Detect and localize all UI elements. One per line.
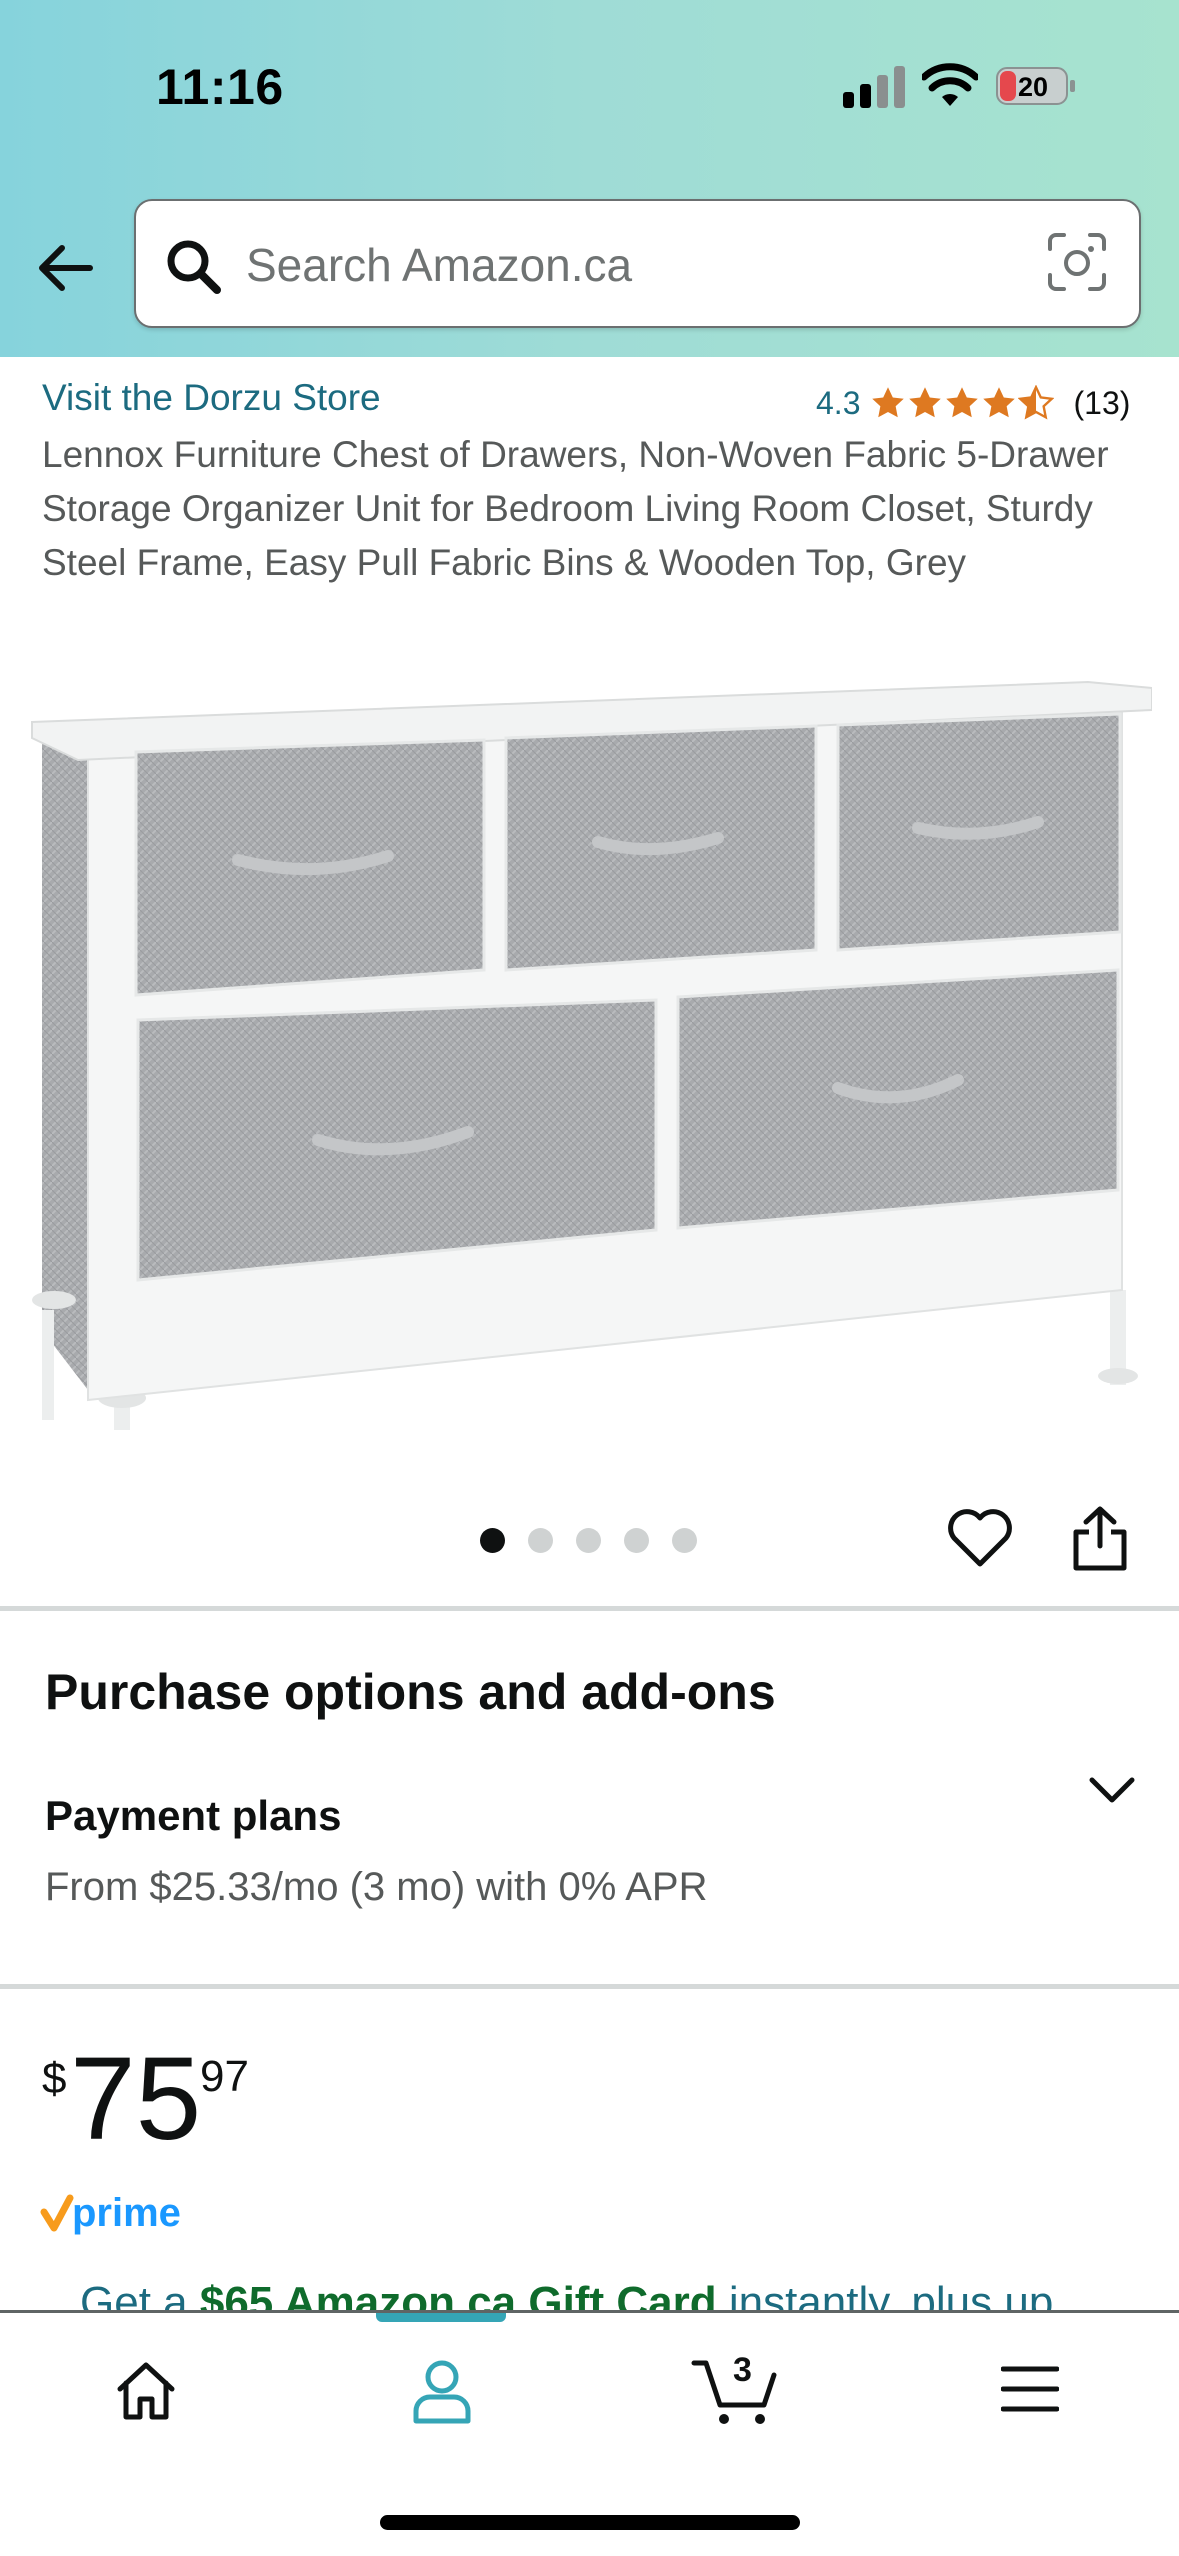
price-fraction: 97	[200, 2052, 249, 2101]
payment-plans-text: From $25.33/mo (3 mo) with 0% APR	[45, 1865, 708, 1909]
menu-icon[interactable]	[1001, 2363, 1059, 2415]
search-icon	[167, 240, 221, 294]
product-image[interactable]	[28, 670, 1152, 1430]
star-icon	[983, 387, 1016, 418]
chevron-down-icon[interactable]	[1086, 1772, 1138, 1808]
search-bar[interactable]	[134, 199, 1141, 328]
home-indicator[interactable]	[380, 2515, 800, 2530]
search-input[interactable]	[246, 223, 1006, 307]
prime-label: prime	[72, 2191, 181, 2235]
heart-icon[interactable]	[946, 1506, 1014, 1570]
signal-strength-icon	[843, 66, 905, 108]
star-rating	[870, 385, 1055, 421]
image-carousel-dots[interactable]	[480, 1528, 720, 1554]
back-arrow-icon[interactable]	[34, 236, 98, 300]
carousel-dot[interactable]	[528, 1528, 553, 1553]
price-symbol: $	[42, 2054, 67, 2103]
rating-value: 4.3	[816, 384, 861, 421]
star-half-icon	[1018, 385, 1055, 420]
battery-icon: 20	[996, 67, 1075, 105]
status-time: 11:16	[156, 59, 284, 115]
share-icon[interactable]	[1071, 1506, 1129, 1572]
store-link[interactable]: Visit the Dorzu Store	[42, 377, 381, 419]
section-divider	[0, 1984, 1179, 1989]
star-icon	[946, 387, 979, 418]
carousel-dot[interactable]	[576, 1528, 601, 1553]
price-whole: 75	[70, 2033, 202, 2165]
rating-summary[interactable]: 4.3 (13)	[816, 380, 1130, 426]
section-divider	[0, 1606, 1179, 1611]
battery-level: 20	[1018, 72, 1048, 102]
cart-count: 3	[733, 2351, 752, 2389]
purchase-options-title: Purchase options and add-ons	[45, 1664, 776, 1720]
carousel-dot[interactable]	[624, 1528, 649, 1553]
camera-icon[interactable]	[1046, 231, 1108, 293]
star-icon	[909, 387, 942, 418]
account-icon[interactable]	[410, 2357, 474, 2425]
prime-logo: prime	[40, 2191, 181, 2235]
wifi-icon	[922, 63, 978, 106]
carousel-dot[interactable]	[480, 1528, 505, 1553]
rating-count[interactable]: (13)	[1073, 385, 1130, 422]
payment-plans-heading[interactable]: Payment plans	[45, 1792, 341, 1840]
carousel-dot[interactable]	[672, 1528, 697, 1553]
star-icon	[872, 387, 905, 418]
product-title: Lennox Furniture Chest of Drawers, Non-W…	[42, 434, 1109, 583]
active-tab-indicator	[376, 2313, 506, 2322]
home-icon[interactable]	[114, 2359, 178, 2423]
